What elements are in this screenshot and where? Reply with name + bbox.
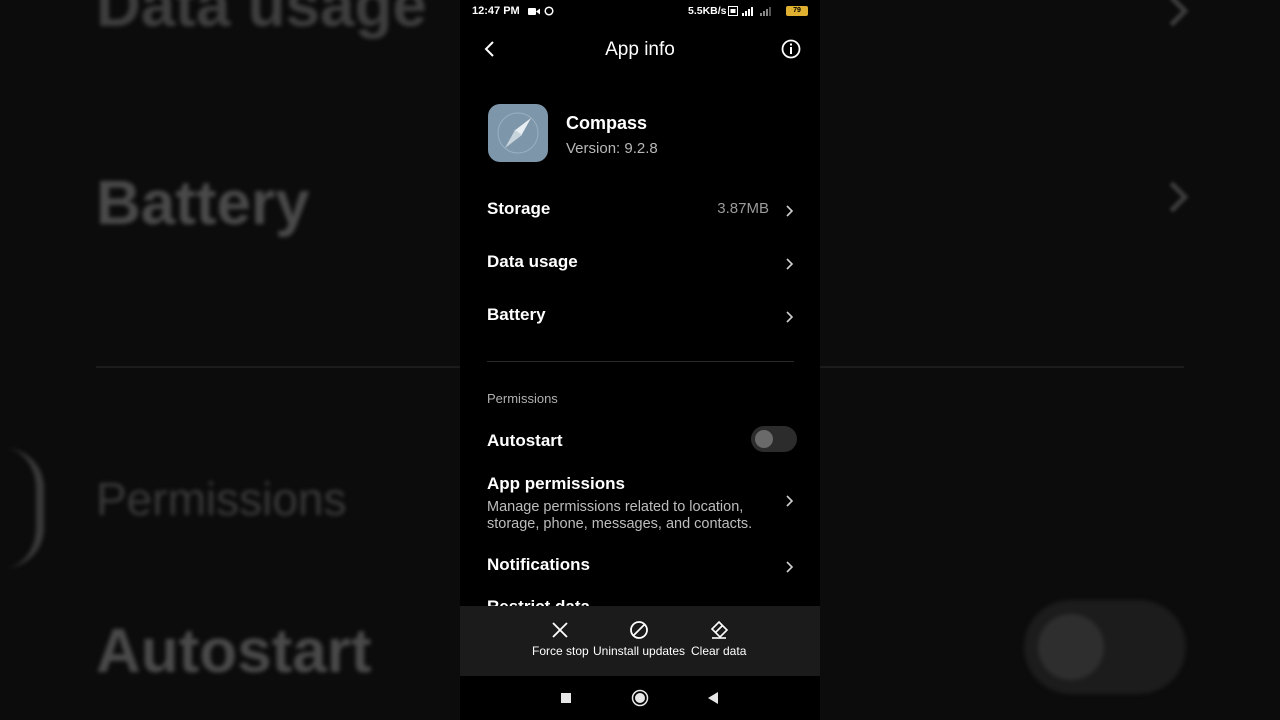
app-version: Version: 9.2.8	[566, 140, 658, 157]
chevron-right-icon	[786, 258, 794, 270]
permissions-section-label: Permissions	[487, 391, 558, 406]
notifications-label: Notifications	[487, 555, 590, 574]
sync-icon	[544, 6, 554, 16]
home-icon[interactable]	[630, 688, 650, 708]
app-permissions-description: Manage permissions related to location, …	[487, 499, 753, 532]
app-summary: Compass Version: 9.2.8	[488, 104, 798, 164]
notifications-row[interactable]: Notifications	[487, 555, 797, 575]
app-name: Compass	[566, 113, 648, 133]
background-permissions-text: Permissions	[96, 473, 347, 525]
status-left-icons	[528, 6, 554, 16]
battery-label: Battery	[487, 305, 546, 324]
background-toggle	[1024, 600, 1186, 694]
volte-icon	[728, 6, 738, 16]
clear-data-button[interactable]: Clear data	[691, 620, 746, 658]
close-icon	[552, 622, 568, 638]
status-right-icons	[728, 6, 774, 16]
page-title: App info	[605, 39, 675, 60]
chevron-right-icon	[786, 311, 794, 323]
data-usage-label: Data usage	[487, 252, 578, 271]
toggle-knob	[755, 430, 773, 448]
data-usage-row[interactable]: Data usage	[487, 252, 797, 272]
storage-value: 3.87MB	[717, 200, 769, 217]
app-permissions-label: App permissions	[487, 474, 625, 493]
uninstall-updates-button[interactable]: Uninstall updates	[593, 620, 685, 658]
header: App info	[460, 30, 820, 70]
background-arc	[4, 448, 44, 568]
force-stop-label: Force stop	[532, 644, 589, 658]
recents-icon[interactable]	[559, 688, 573, 708]
background-data-usage-text: Data usage	[96, 0, 427, 40]
network-speed: 5.5KB/s	[688, 5, 727, 17]
chevron-right-icon	[786, 205, 794, 217]
signal-4g-icon	[742, 7, 753, 16]
eraser-icon	[710, 620, 728, 639]
autostart-row: Autostart	[487, 426, 797, 452]
uninstall-updates-label: Uninstall updates	[593, 644, 686, 658]
video-icon	[528, 7, 540, 15]
force-stop-button[interactable]: Force stop	[532, 620, 589, 658]
autostart-toggle[interactable]	[751, 426, 797, 452]
section-divider	[487, 361, 794, 362]
background-chevron-icon	[1157, 0, 1189, 27]
background-battery-text: Battery	[96, 169, 310, 238]
chevron-right-icon	[786, 495, 794, 507]
signal-sim2-icon	[760, 7, 771, 16]
back-triangle-icon[interactable]	[706, 688, 720, 708]
chevron-right-icon	[786, 561, 794, 573]
compass-icon	[488, 104, 548, 162]
block-icon	[630, 621, 648, 639]
storage-row[interactable]: Storage 3.87MB	[487, 199, 797, 219]
background-autostart-text: Autostart	[96, 617, 372, 686]
action-bar: Force stop Uninstall updates Clear data	[460, 606, 820, 676]
background-chevron-icon	[1157, 181, 1189, 213]
battery-row[interactable]: Battery	[487, 305, 797, 325]
status-bar: 12:47 PM 5.5KB/s 79	[460, 0, 820, 24]
app-permissions-row[interactable]: App permissions Manage permissions relat…	[487, 474, 797, 533]
battery-icon: 79	[786, 6, 808, 16]
phone-screen: 12:47 PM 5.5KB/s 79 App info Compass Ver…	[460, 0, 820, 720]
clear-data-label: Clear data	[691, 644, 747, 658]
status-time: 12:47 PM	[472, 5, 520, 17]
navigation-bar	[460, 676, 820, 720]
info-icon[interactable]	[780, 38, 802, 60]
